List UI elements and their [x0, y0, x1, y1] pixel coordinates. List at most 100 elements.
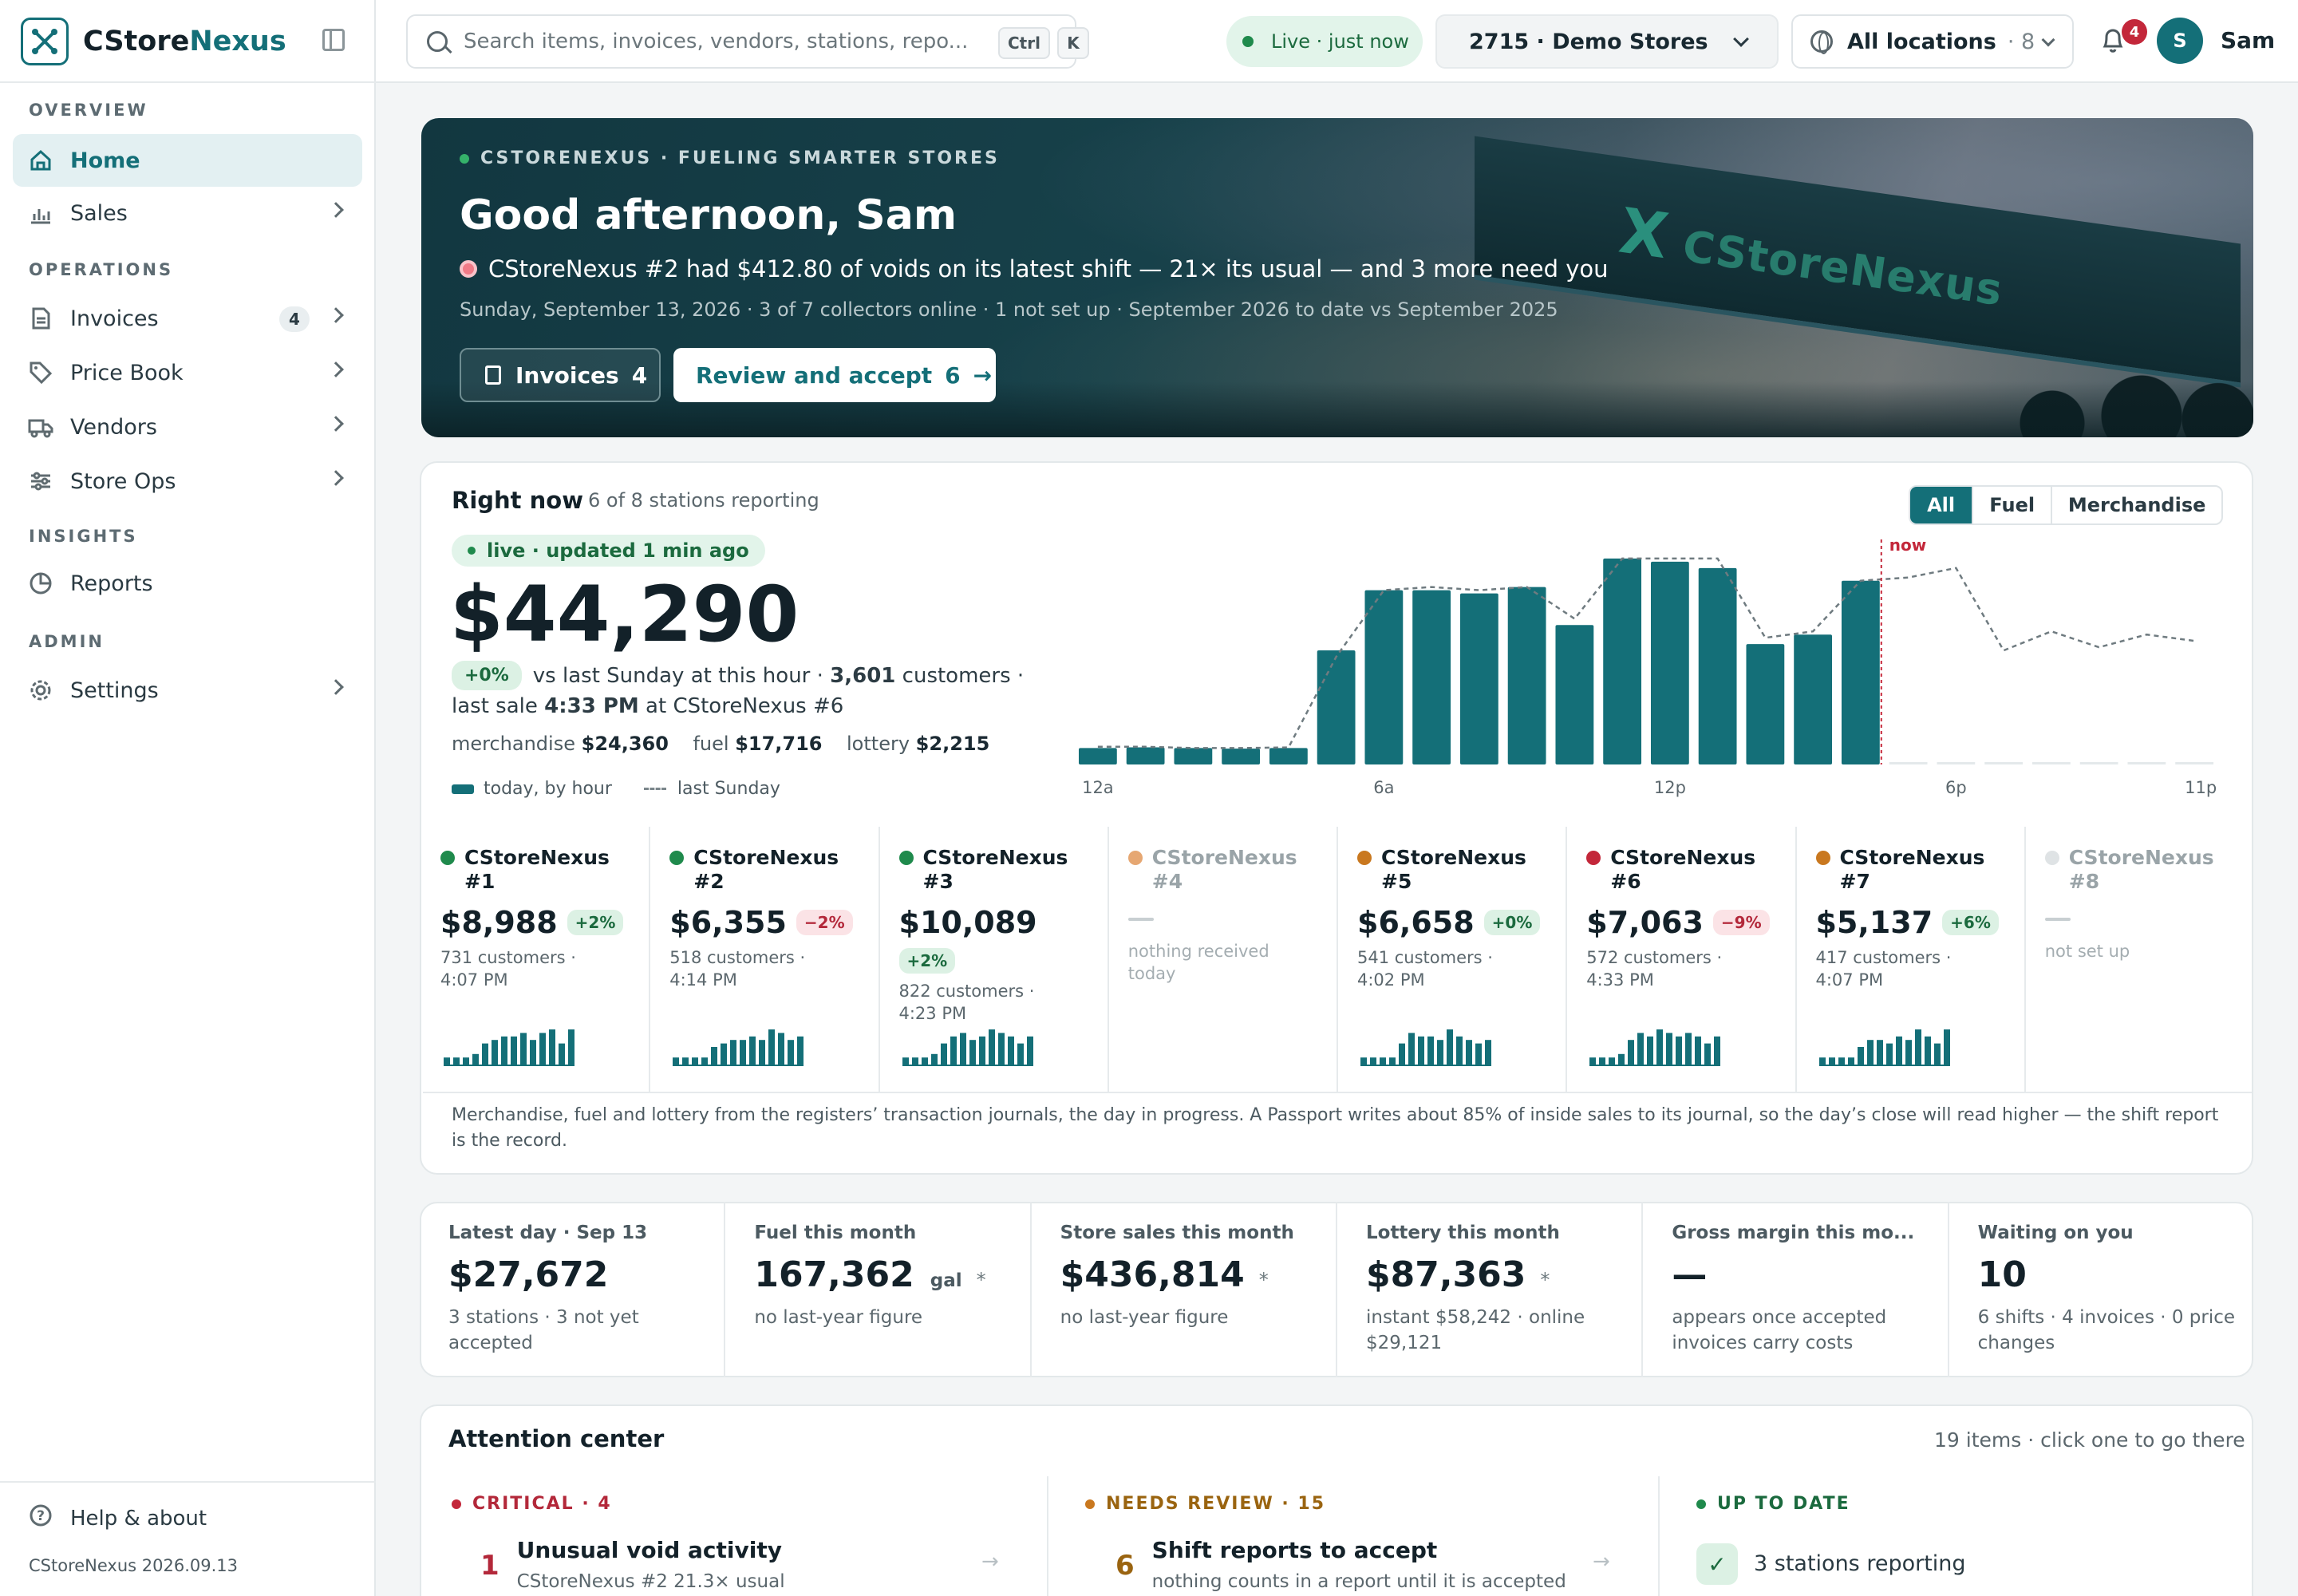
- station-sales: $6,658 +0%: [1357, 905, 1566, 940]
- hero-subtitle: Sunday, September 13, 2026 · 3 of 7 coll…: [460, 298, 1558, 321]
- no-data-dash: [2044, 918, 2071, 921]
- station-sparkline: [1589, 1029, 1721, 1066]
- station-status-dot-icon: [1815, 851, 1830, 865]
- kpi-tile[interactable]: Lottery this month $87,363 * instant $58,24…: [1337, 1202, 1644, 1377]
- kpi-tile[interactable]: Latest day · Sep 13 $27,672 3 stations · 3…: [420, 1202, 726, 1377]
- station-meta: 417 customers · 4:07 PM: [1815, 948, 1952, 990]
- sidebar-item-vendors[interactable]: Vendors: [13, 401, 362, 453]
- spark-bar: [1647, 1036, 1654, 1065]
- spark-bar: [539, 1033, 546, 1065]
- invoices-button[interactable]: Invoices 4: [460, 348, 661, 402]
- kpi-subtext: instant $58,242 · online $29,121: [1365, 1307, 1585, 1353]
- sidebar-item-label: Reports: [70, 571, 153, 596]
- kpi-value: $436,814 *: [1060, 1254, 1269, 1295]
- spark-bar: [1599, 1057, 1606, 1065]
- spark-bar: [788, 1040, 795, 1065]
- hero-alert: CStoreNexus #2 had $412.80 of voids on i…: [460, 255, 1609, 282]
- future-hour-placeholder: [2175, 762, 2214, 764]
- station-sparkline: [1360, 1029, 1491, 1066]
- spark-bar: [1847, 1057, 1854, 1065]
- sidebar-item-reports[interactable]: Reports: [13, 557, 362, 610]
- sidebar-item-home[interactable]: Home: [13, 134, 362, 187]
- station-sales: $8,988 +2%: [440, 905, 649, 940]
- station-card[interactable]: CStoreNexus #2 $6,355 −2% 518 customers · 4…: [650, 827, 880, 1092]
- station-card[interactable]: CStoreNexus #3 $10,089 +2% 822 customers · …: [880, 827, 1109, 1092]
- station-card[interactable]: CStoreNexus #1 $8,988 +2% 731 customers · 4…: [421, 827, 651, 1092]
- needs-review-header: NEEDS REVIEW · 15: [1085, 1494, 1325, 1514]
- future-hour-placeholder: [2127, 762, 2166, 764]
- arrow-right-icon: →: [1593, 1550, 1610, 1574]
- chevron-right-icon: [328, 679, 344, 695]
- spark-bar: [501, 1036, 507, 1065]
- station-card[interactable]: CStoreNexus #7 $5,137 +6% 417 customers · 4…: [1797, 827, 2026, 1092]
- spark-bar: [1628, 1040, 1635, 1065]
- spark-bar: [921, 1057, 928, 1065]
- review-accept-button[interactable]: Review and accept 6 →: [673, 348, 996, 402]
- spark-bar: [692, 1057, 699, 1065]
- spark-bar: [1914, 1029, 1921, 1065]
- sidebar-item-store-ops[interactable]: Store Ops: [13, 455, 362, 508]
- arrow-right-icon: →: [973, 361, 993, 389]
- kpi-subtext: no last-year figure: [1060, 1307, 1229, 1328]
- sidebar-item-price-book[interactable]: Price Book: [13, 346, 362, 399]
- station-change-badge: +2%: [898, 948, 956, 974]
- spark-bar: [797, 1036, 804, 1065]
- sidebar-item-settings[interactable]: Settings: [13, 664, 362, 717]
- sidebar-item-invoices[interactable]: Invoices 4: [13, 292, 362, 345]
- station-strip: CStoreNexus #1 $8,988 +2% 731 customers · 4…: [421, 827, 2253, 1092]
- tab-fuel[interactable]: Fuel: [1973, 487, 2053, 523]
- brand[interactable]: CStoreNexus: [21, 16, 286, 67]
- spark-bar: [444, 1057, 450, 1065]
- tab-merchandise[interactable]: Merchandise: [2052, 487, 2221, 523]
- spark-bar: [768, 1029, 776, 1065]
- avatar[interactable]: S: [2157, 18, 2203, 64]
- station-meta: 731 customers · 4:07 PM: [440, 948, 576, 990]
- spark-bar: [1408, 1033, 1415, 1065]
- spark-bar: [950, 1036, 957, 1065]
- user-name[interactable]: Sam: [2221, 27, 2275, 53]
- station-card[interactable]: CStoreNexus #5 $6,658 +0% 541 customers · 4…: [1338, 827, 1568, 1092]
- attention-item-shift-reports[interactable]: 6 Shift reports to accept nothing counts …: [1115, 1537, 1566, 1592]
- live-updated-badge: live · updated 1 min ago: [452, 535, 765, 567]
- spark-bar: [1380, 1057, 1386, 1065]
- station-status-dot-icon: [669, 851, 685, 865]
- spark-bar: [1589, 1057, 1597, 1065]
- kpi-tile[interactable]: Waiting on you 10 6 shifts · 4 invoices · …: [1949, 1202, 2253, 1377]
- station-card[interactable]: CStoreNexus #8 not set up: [2026, 827, 2253, 1092]
- bar-today-8a: [1459, 593, 1498, 764]
- spark-bar: [1857, 1047, 1864, 1065]
- kpi-tile[interactable]: Fuel this month 167,362 gal * no last-year f…: [725, 1202, 1032, 1377]
- station-card[interactable]: CStoreNexus #4 nothing received today: [1109, 827, 1338, 1092]
- attention-item-void[interactable]: 1 Unusual void activity CStoreNexus #2 21…: [480, 1537, 785, 1592]
- tab-all[interactable]: All: [1910, 487, 1974, 523]
- station-status-dot-icon: [440, 851, 455, 865]
- attention-item-stations-ok[interactable]: 3 stations reporting: [1754, 1551, 1966, 1576]
- location-selector[interactable]: All locations · 8: [1791, 14, 2074, 69]
- collapse-sidebar-icon[interactable]: [322, 29, 345, 51]
- sidebar-item-sales[interactable]: Sales: [13, 187, 362, 239]
- spark-bar: [1360, 1057, 1367, 1065]
- spark-bar: [1676, 1036, 1683, 1065]
- help-link[interactable]: ? Help & about: [29, 1503, 207, 1533]
- kpi-label: Lottery this month: [1365, 1223, 1560, 1243]
- sidebar-item-label: Vendors: [70, 414, 157, 440]
- kpi-tile[interactable]: Gross margin this mo... — appears once acc…: [1643, 1202, 1949, 1377]
- search-input[interactable]: Search items, invoices, vendors, station…: [406, 14, 1089, 69]
- divider: [423, 1092, 2252, 1093]
- right-now-subtitle: 6 of 8 stations reporting: [588, 489, 819, 512]
- chevron-right-icon: [328, 202, 344, 218]
- section-admin: ADMIN: [29, 632, 105, 651]
- kpi-label: Gross margin this mo...: [1672, 1223, 1915, 1243]
- spark-bar: [1943, 1029, 1950, 1065]
- station-card[interactable]: CStoreNexus #6 $7,063 −9% 572 customers · 4…: [1567, 827, 1797, 1092]
- station-sparkline: [1818, 1029, 1950, 1066]
- kpi-tile[interactable]: Store sales this month $436,814 * no last-y…: [1032, 1202, 1337, 1377]
- spark-bar: [1666, 1033, 1673, 1065]
- spark-bar: [1933, 1043, 1941, 1065]
- spark-bar: [568, 1029, 574, 1065]
- x-tick-label: 12a: [1082, 778, 1114, 797]
- station-meta: not set up: [2044, 942, 2130, 961]
- spark-bar: [1399, 1043, 1405, 1065]
- pie-chart-icon: [27, 570, 54, 597]
- store-selector[interactable]: 2715 · Demo Stores: [1435, 14, 1779, 69]
